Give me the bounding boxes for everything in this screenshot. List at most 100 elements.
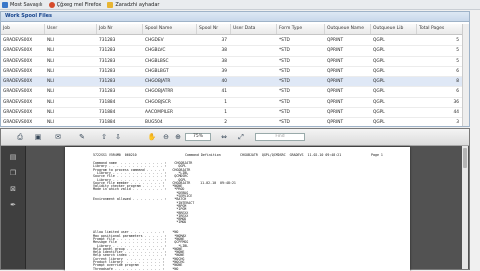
table-cell-outqlib: QGPL — [373, 110, 385, 116]
table-cell-spoolnr: 37 — [221, 38, 227, 43]
bookmark-item[interactable]: Çğxeg mel Firefox — [48, 1, 102, 8]
table-cell-outq: QPRINT — [327, 99, 344, 105]
table-cell-spool: CHGDEV — [145, 38, 164, 43]
table-cell-form: *STD — [279, 68, 290, 74]
grid-scrollbar[interactable] — [462, 24, 469, 126]
table-cell-form: *STD — [279, 48, 290, 54]
table-cell-spoolnr: 39 — [221, 68, 227, 74]
pdf-scrollbar[interactable] — [462, 146, 468, 269]
thumbnails-icon[interactable]: ▤ — [9, 152, 17, 162]
table-cell-jobnr: 731283 — [99, 38, 116, 43]
table-cell-spoolnr: 1 — [224, 110, 227, 116]
table-row[interactable]: GRADEVS00X NLI 731283 CHGBLVC 38 *STD QPRINT QG… — [1, 46, 469, 57]
column-header[interactable]: Job Nr — [97, 24, 143, 34]
table-cell-outqlib: QGPL — [373, 89, 385, 95]
bookmark-item[interactable]: Zaradzhi ayhadar — [107, 1, 159, 8]
page-header-right: CHGOBJATR QGPL/QCMDSRC GRADEVS 11-02-10 … — [240, 153, 342, 157]
table-cell-outq: QPRINT — [327, 58, 344, 64]
column-header[interactable]: Total Pages — [417, 24, 463, 34]
table-row[interactable]: GRADEVS00X NLI 731283 CHGBLBGT 39 *STD QPRINT Q… — [1, 67, 469, 78]
table-cell-udata — [231, 46, 277, 55]
zoom-out-icon[interactable]: ⊖ — [161, 132, 171, 142]
column-header[interactable]: Spool Name — [143, 24, 197, 34]
column-header[interactable]: Job — [1, 24, 45, 34]
table-cell-job: GRADEVS00X — [3, 79, 33, 85]
bookmark-item[interactable]: Most Savaşılı — [2, 1, 43, 8]
column-header[interactable]: User Data — [231, 24, 277, 34]
table-cell-job: GRADEVS00X — [3, 38, 33, 43]
column-header[interactable]: Outqueue Lib — [371, 24, 417, 34]
page-up-icon[interactable]: ⇧ — [99, 132, 109, 142]
table-row[interactable]: GRADEVS00X NLI 731283 CHGOBJATR 40 *STD QPRINT… — [1, 77, 469, 88]
table-cell-form: *STD — [279, 99, 290, 105]
table-row[interactable]: GRADEVS00X NLI 731283 CHGBLBSC 38 *STD QPRINT Q… — [1, 57, 469, 67]
table-cell-spool: CHGOBJSCR — [145, 99, 171, 105]
table-cell-job: GRADEVS00X — [3, 120, 33, 126]
column-header[interactable]: User — [45, 24, 97, 34]
table-cell-outqlib: QGPL — [373, 48, 385, 54]
pdf-toolbar: ⎙ ▣ ✉ ✎ ⇧ ⇩ ✋ ⊖ ⊕ 75% ⇔ ⤢ Find — [1, 129, 469, 146]
bookmarks-icon[interactable]: ❐ — [9, 168, 17, 178]
page-header-page: Page 1 — [371, 153, 383, 157]
grid-header: Job User Job Nr Spool Name Spool Nr User Data… — [1, 24, 469, 35]
table-cell-pages: 3 — [456, 120, 459, 126]
table-cell-pages: 36 — [453, 99, 459, 105]
table-cell-job: GRADEVS00X — [3, 68, 33, 74]
table-cell-spoolnr: 41 — [221, 89, 227, 95]
zoom-in-icon[interactable]: ⊕ — [173, 132, 183, 142]
fit-width-icon[interactable]: ⇔ — [219, 132, 229, 142]
table-cell-jobnr: 731884 — [99, 120, 116, 126]
save-icon[interactable]: ▣ — [33, 132, 43, 142]
attachments-icon[interactable]: ⊠ — [9, 184, 17, 194]
page-text-line: *IMOD — [93, 220, 187, 225]
table-cell-outqlib: QGPL — [373, 79, 385, 85]
table-cell-form: *STD — [279, 79, 290, 85]
table-cell-pages: 5 — [456, 48, 459, 54]
comment-icon[interactable]: ✎ — [75, 132, 89, 142]
bookmarks-toolbar: Most Savaşılı Çğxeg mel Firefox Zaradzhi… — [0, 0, 480, 10]
table-cell-job: GRADEVS00X — [3, 99, 33, 105]
page-number-field[interactable] — [129, 132, 139, 142]
table-cell-udata — [231, 77, 277, 86]
table-cell-outqlib: QGPL — [373, 68, 385, 74]
find-input[interactable]: Find — [255, 133, 305, 141]
table-row[interactable]: GRADEVS00X NLI 731283 CHGDEV 37 *STD QPRINT QGP… — [1, 36, 469, 47]
bookmark-label: Çğxeg mel Firefox — [56, 1, 102, 8]
pdf-scroll-thumb[interactable] — [463, 148, 467, 168]
table-cell-pages: 6 — [456, 89, 459, 95]
table-cell-user: NLI — [47, 89, 54, 95]
table-cell-spool: CHGBLBSC — [145, 58, 169, 64]
column-header[interactable]: Form Type — [277, 24, 325, 34]
table-cell-udata — [231, 87, 277, 96]
pdf-page: 5722SS1 V5R4M0 060210 Command Definition… — [65, 147, 410, 271]
table-cell-user: NLI — [47, 58, 54, 64]
table-cell-jobnr: 731283 — [99, 89, 116, 95]
table-cell-outq: QPRINT — [327, 48, 344, 54]
table-cell-user: NLI — [47, 68, 54, 74]
signatures-icon[interactable]: ✒ — [9, 200, 17, 210]
table-cell-spool: CHGBLVC — [145, 48, 166, 54]
table-cell-spoolnr: 2 — [224, 120, 227, 126]
table-cell-udata — [231, 108, 277, 117]
column-header[interactable]: Spool Nr — [197, 24, 231, 34]
table-cell-user: NLI — [47, 38, 54, 43]
folder-icon — [107, 1, 114, 8]
table-cell-spool: CHGOBJATRR — [145, 89, 174, 95]
hand-icon[interactable]: ✋ — [147, 132, 157, 142]
fit-page-icon[interactable]: ⤢ — [235, 132, 247, 142]
table-cell-job: GRADEVS00X — [3, 48, 33, 54]
table-cell-user: NLI — [47, 99, 54, 105]
share-icon[interactable]: ✉ — [51, 132, 65, 142]
zoom-select[interactable]: 75% — [185, 133, 211, 141]
table-cell-udata — [231, 36, 277, 45]
page-down-icon[interactable]: ⇩ — [113, 132, 123, 142]
table-cell-udata — [231, 67, 277, 76]
table-row[interactable]: GRADEVS00X NLI 731884 AACOMPILER 1 *STD QPRINT… — [1, 108, 469, 119]
column-header[interactable]: Outqueue Name — [325, 24, 371, 34]
table-cell-outqlib: QGPL — [373, 99, 385, 105]
table-cell-form: *STD — [279, 110, 290, 116]
print-icon[interactable]: ⎙ — [15, 132, 25, 142]
page-header-title: Command Definition — [185, 153, 221, 157]
table-row[interactable]: GRADEVS00X NLI 731283 CHGOBJATRR 41 *STD QPRIN… — [1, 87, 469, 98]
table-row[interactable]: GRADEVS00X NLI 731884 CHGOBJSCR 1 *STD QPRINT Q… — [1, 98, 469, 109]
